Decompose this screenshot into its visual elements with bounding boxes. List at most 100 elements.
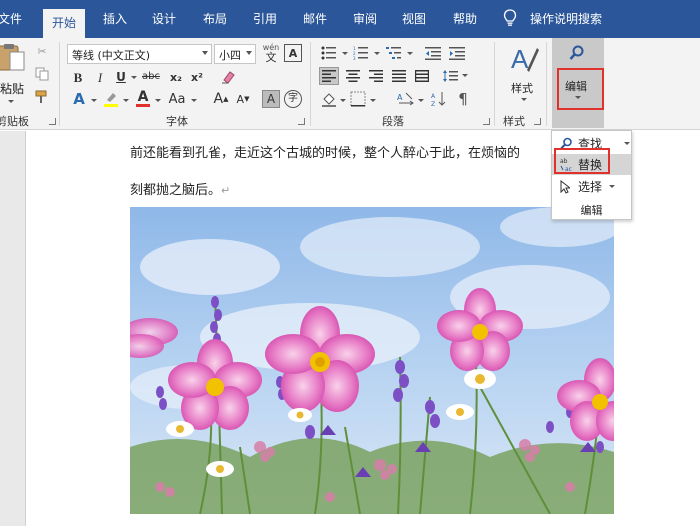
editing-dropdown-menu: 查找 ab ac 替换 选择 编辑 <box>551 130 632 220</box>
paragraph-group-label: 段落 <box>382 115 404 128</box>
group-divider <box>494 42 495 126</box>
character-shading-icon[interactable]: A <box>262 90 280 108</box>
clipboard-group-label: 剪贴板 <box>0 115 29 128</box>
styles-dropdown-icon[interactable] <box>521 98 527 101</box>
tab-insert[interactable]: 插入 <box>103 10 127 27</box>
font-name-select[interactable]: 等线 (中文正文) <box>67 44 212 64</box>
phonetic-guide-icon[interactable]: wén 文 <box>262 43 280 63</box>
ribbon-tab-bar: 文件 开始 插入 设计 布局 引用 邮件 审阅 视图 帮助 操作说明搜索 <box>0 0 700 38</box>
group-divider <box>310 42 311 126</box>
multilevel-dropdown-icon[interactable] <box>407 52 413 55</box>
align-left-icon[interactable] <box>319 67 339 85</box>
change-case-button[interactable]: Aa <box>166 90 188 108</box>
numbering-dropdown-icon[interactable] <box>374 52 380 55</box>
styles-label[interactable]: 样式 <box>511 80 533 96</box>
paragraph-text: 前还能看到孔雀，走近这个古城的时候，整个人醉心于此，在烦恼的 <box>130 146 521 161</box>
text-effects-icon[interactable]: A <box>70 90 88 108</box>
decrease-indent-icon[interactable] <box>424 45 442 61</box>
increase-indent-icon[interactable] <box>448 45 466 61</box>
multilevel-list-icon[interactable] <box>385 45 403 61</box>
copy-icon[interactable] <box>34 66 50 82</box>
font-launcher-icon[interactable] <box>298 118 305 125</box>
borders-dropdown-icon[interactable] <box>370 99 376 102</box>
tab-review[interactable]: 审阅 <box>353 10 377 27</box>
paste-dropdown-icon[interactable] <box>8 100 14 103</box>
line-spacing-icon[interactable] <box>440 67 460 85</box>
distributed-icon[interactable] <box>412 67 432 85</box>
paragraph-line-2[interactable]: 刻都抛之脑后。↵ <box>130 179 230 198</box>
justify-icon[interactable] <box>389 67 409 85</box>
font-size-select[interactable]: 小四 <box>214 44 256 64</box>
replace-highlight-box <box>554 148 610 174</box>
styles-icon[interactable]: A <box>509 44 539 76</box>
tab-design[interactable]: 设计 <box>152 10 176 27</box>
tell-me-label: 操作说明搜索 <box>530 11 603 26</box>
select-dropdown-icon <box>609 185 615 188</box>
line-spacing-dropdown-icon[interactable] <box>462 74 468 77</box>
tab-home[interactable]: 开始 <box>43 9 86 38</box>
chevron-down-icon <box>202 51 208 55</box>
align-center-icon[interactable] <box>343 67 363 85</box>
bold-button[interactable]: B <box>70 69 86 85</box>
underline-button[interactable]: U <box>113 69 129 85</box>
tab-file[interactable]: 文件 <box>0 10 22 27</box>
borders-icon[interactable] <box>349 90 367 108</box>
paragraph-mark: ↵ <box>221 184 231 197</box>
shading-icon[interactable] <box>320 90 338 108</box>
bullets-icon[interactable] <box>320 45 338 61</box>
text-effects-dropdown-icon[interactable] <box>91 99 97 102</box>
shading-dropdown-icon[interactable] <box>340 99 346 102</box>
svg-text:A: A <box>431 93 436 100</box>
superscript-button[interactable]: x² <box>189 69 205 85</box>
styles-launcher-icon[interactable] <box>534 118 541 125</box>
paragraph-text: 刻都抛之脑后。 <box>130 183 222 198</box>
subscript-button[interactable]: x₂ <box>168 69 184 85</box>
tab-help[interactable]: 帮助 <box>453 10 477 27</box>
paste-label[interactable]: 粘贴 <box>0 80 24 97</box>
svg-text:A: A <box>511 44 529 74</box>
paste-icon[interactable] <box>0 42 26 72</box>
italic-button[interactable]: I <box>92 69 108 85</box>
chevron-down-icon <box>246 51 252 55</box>
highlight-dropdown-icon[interactable] <box>123 99 129 102</box>
flower-image[interactable] <box>130 207 614 514</box>
clipboard-launcher-icon[interactable] <box>49 118 56 125</box>
select-menu-item[interactable]: 选择 <box>552 176 631 197</box>
align-right-icon[interactable] <box>366 67 386 85</box>
tab-layout[interactable]: 布局 <box>203 10 227 27</box>
editing-highlight-box <box>557 68 604 110</box>
paragraph-line-1[interactable]: 前还能看到孔雀，走近这个古城的时候，整个人醉心于此，在烦恼的 <box>130 142 520 161</box>
grow-font-button[interactable]: A ▲ <box>212 90 230 108</box>
tab-view[interactable]: 视图 <box>402 10 426 27</box>
enclose-characters-icon[interactable]: 字 <box>284 90 302 108</box>
underline-dropdown-icon[interactable] <box>131 76 137 79</box>
font-color-dropdown-icon[interactable] <box>155 99 161 102</box>
chinese-layout-dropdown-icon[interactable] <box>418 99 424 102</box>
format-painter-icon[interactable] <box>34 89 50 105</box>
cursor-icon <box>560 179 578 194</box>
paragraph-launcher-icon[interactable] <box>483 118 490 125</box>
numbering-icon[interactable]: 123 <box>352 45 370 61</box>
cut-icon[interactable]: ✂ <box>34 43 50 59</box>
font-group-label: 字体 <box>166 115 188 128</box>
bullets-dropdown-icon[interactable] <box>342 52 348 55</box>
clear-formatting-icon[interactable] <box>219 68 237 86</box>
svg-text:3: 3 <box>353 56 356 60</box>
font-color-icon[interactable]: A <box>134 88 152 108</box>
shrink-font-label: A <box>236 92 245 106</box>
highlight-color-icon[interactable] <box>102 90 120 108</box>
grow-font-label: A <box>213 91 224 107</box>
chinese-layout-icon[interactable]: A <box>396 90 416 108</box>
shrink-font-button[interactable]: A ▼ <box>234 90 252 108</box>
lightbulb-icon <box>503 9 517 26</box>
tell-me-search[interactable]: 操作说明搜索 <box>503 9 602 27</box>
editing-group-label: 编辑 <box>580 204 603 217</box>
strikethrough-button[interactable]: abc <box>140 69 162 85</box>
change-case-dropdown-icon[interactable] <box>191 99 197 102</box>
select-label: 选择 <box>578 180 603 194</box>
tab-references[interactable]: 引用 <box>253 10 277 27</box>
character-border-icon[interactable]: A <box>284 44 302 62</box>
tab-mailings[interactable]: 邮件 <box>303 10 327 27</box>
show-marks-icon[interactable]: ¶ <box>454 90 472 108</box>
sort-icon[interactable]: AZ <box>430 90 448 108</box>
